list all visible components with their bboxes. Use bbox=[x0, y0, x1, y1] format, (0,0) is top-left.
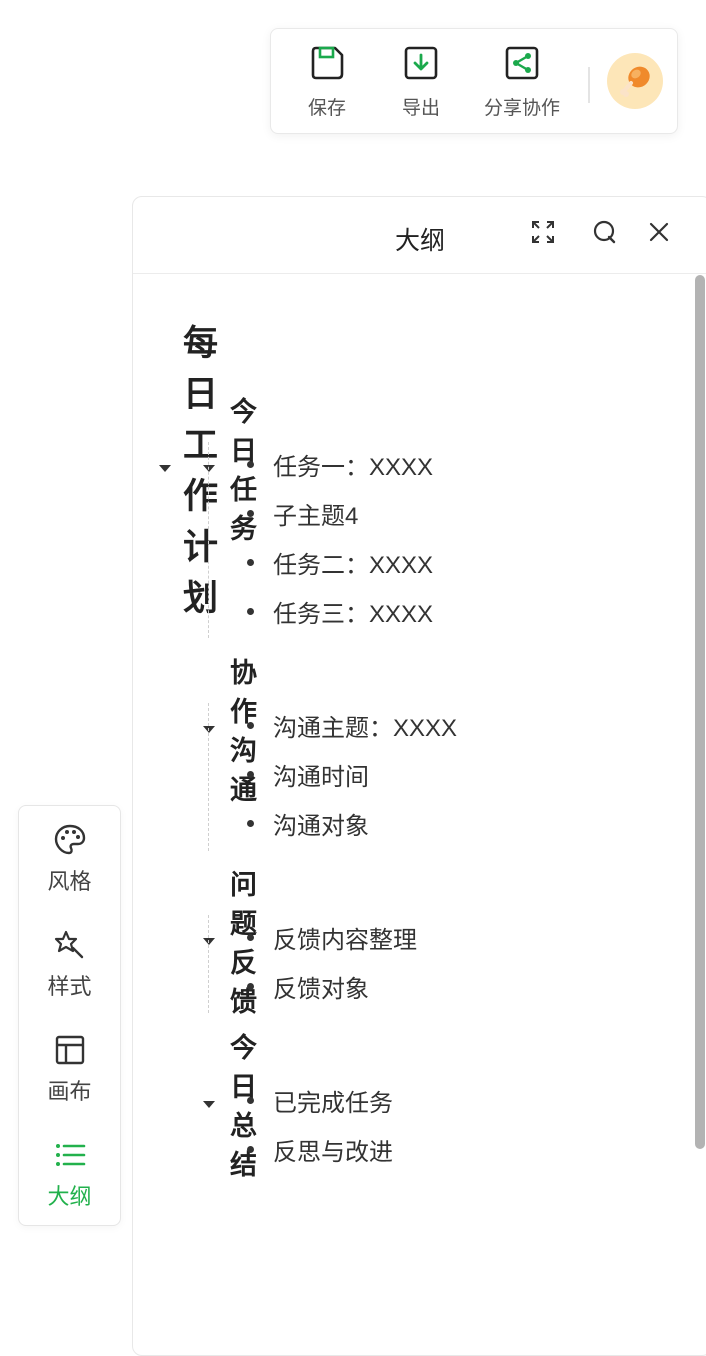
item-text: 沟通时间 bbox=[273, 764, 369, 791]
item-text: 反馈内容整理 bbox=[273, 927, 417, 954]
panel-title: 大纲 bbox=[395, 227, 446, 255]
list-item[interactable]: 反馈对象 bbox=[247, 969, 369, 1004]
bullet bbox=[247, 1097, 254, 1104]
tree-guide-line bbox=[208, 703, 209, 851]
left-sidebar: 风格 样式 画布 大纲 bbox=[18, 805, 121, 1226]
item-text: 子主题4 bbox=[273, 503, 359, 530]
list-item[interactable]: 子主题4 bbox=[247, 496, 358, 531]
list-item[interactable]: 任务三：XXXX bbox=[247, 594, 433, 629]
fullscreen-icon bbox=[532, 221, 554, 243]
save-button[interactable]: 保存 bbox=[305, 43, 349, 120]
bullet bbox=[247, 1146, 254, 1153]
list-item[interactable]: 反馈内容整理 bbox=[247, 920, 417, 955]
list-item[interactable]: 沟通对象 bbox=[247, 806, 369, 841]
tree-guide-line bbox=[208, 915, 209, 1013]
download-icon bbox=[401, 43, 441, 83]
outline-panel: 大纲 每日工作计划 今日任务 任务一：XXXX 子主题4 任务二：XXXX 任务… bbox=[132, 196, 706, 1356]
collapse-caret-icon[interactable] bbox=[203, 725, 215, 733]
avatar[interactable] bbox=[607, 53, 663, 109]
layout-icon bbox=[52, 1032, 88, 1068]
collapse-caret-icon[interactable] bbox=[203, 937, 215, 945]
search-button[interactable] bbox=[590, 217, 620, 247]
save-icon bbox=[307, 43, 347, 83]
bullet bbox=[247, 608, 254, 615]
search-icon bbox=[593, 220, 616, 244]
bullet bbox=[247, 510, 254, 517]
close-button[interactable] bbox=[644, 217, 674, 247]
sidebar-item-label: 画布 bbox=[47, 1079, 92, 1104]
bullet bbox=[247, 559, 254, 566]
toolbar-divider bbox=[588, 67, 590, 103]
item-text: 沟通对象 bbox=[273, 813, 369, 840]
item-text: 任务三：XXXX bbox=[273, 601, 434, 628]
export-button[interactable]: 导出 bbox=[399, 43, 443, 120]
sidebar-item-canvas[interactable]: 画布 bbox=[19, 1032, 120, 1106]
collapse-caret-icon[interactable] bbox=[203, 464, 215, 472]
tree-guide-line bbox=[208, 442, 209, 638]
item-text: 反馈对象 bbox=[273, 976, 369, 1003]
share-button[interactable]: 分享协作 bbox=[479, 43, 565, 120]
list-item[interactable]: 任务二：XXXX bbox=[247, 545, 433, 580]
sidebar-item-label: 大纲 bbox=[47, 1184, 92, 1209]
top-toolbar: 保存 导出 分享协作 bbox=[270, 28, 678, 134]
close-icon bbox=[649, 222, 669, 242]
bullet bbox=[247, 934, 254, 941]
bullet bbox=[247, 461, 254, 468]
sidebar-item-label: 样式 bbox=[47, 974, 92, 999]
sidebar-item-outline[interactable]: 大纲 bbox=[19, 1137, 120, 1211]
save-label: 保存 bbox=[307, 98, 346, 119]
sidebar-item-style-theme[interactable]: 风格 bbox=[19, 822, 120, 896]
item-text: 任务一：XXXX bbox=[273, 454, 434, 481]
bullet bbox=[247, 820, 254, 827]
list-icon bbox=[52, 1137, 88, 1173]
palette-icon bbox=[52, 822, 88, 858]
share-label: 分享协作 bbox=[483, 98, 560, 119]
fullscreen-button[interactable] bbox=[528, 217, 558, 247]
magic-star-icon bbox=[52, 927, 88, 963]
bullet bbox=[247, 771, 254, 778]
collapse-caret-icon[interactable] bbox=[203, 1100, 215, 1108]
list-item[interactable]: 任务一：XXXX bbox=[247, 447, 433, 482]
list-item[interactable]: 反思与改进 bbox=[247, 1132, 393, 1167]
drumstick-icon bbox=[620, 66, 650, 97]
item-text: 沟通主题：XXXX bbox=[273, 715, 458, 742]
sidebar-item-format[interactable]: 样式 bbox=[19, 927, 120, 1001]
list-item[interactable]: 沟通时间 bbox=[247, 757, 369, 792]
share-icon bbox=[502, 43, 542, 83]
list-item[interactable]: 沟通主题：XXXX bbox=[247, 708, 457, 743]
outline-panel-header: 大纲 bbox=[133, 197, 706, 274]
collapse-caret-icon[interactable] bbox=[159, 464, 171, 472]
bullet bbox=[247, 983, 254, 990]
bullet bbox=[247, 722, 254, 729]
list-item[interactable]: 已完成任务 bbox=[247, 1083, 393, 1118]
item-text: 已完成任务 bbox=[273, 1090, 393, 1117]
export-label: 导出 bbox=[401, 98, 440, 119]
item-text: 反思与改进 bbox=[273, 1139, 393, 1166]
sidebar-item-label: 风格 bbox=[47, 869, 92, 894]
scrollbar[interactable] bbox=[695, 275, 705, 1149]
item-text: 任务二：XXXX bbox=[273, 552, 434, 579]
